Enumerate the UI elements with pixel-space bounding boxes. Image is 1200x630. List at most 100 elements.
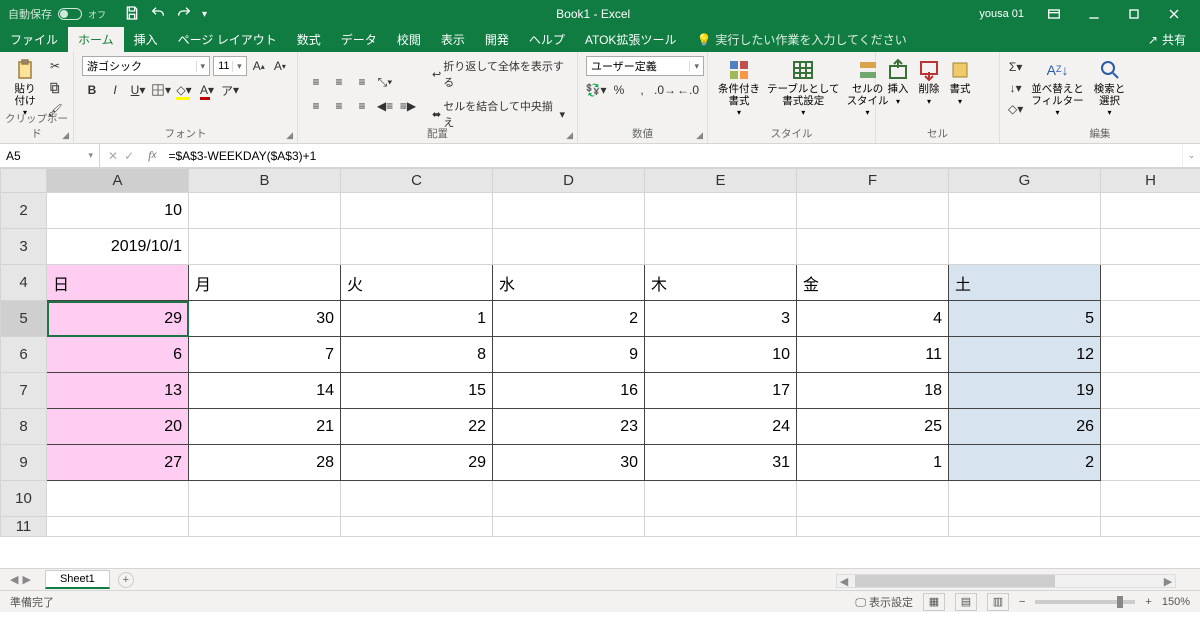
scroll-right-icon[interactable]: ▶: [1161, 575, 1175, 588]
close-icon[interactable]: [1154, 0, 1194, 28]
row-header-6[interactable]: 6: [1, 337, 47, 373]
column-header-G[interactable]: G: [949, 169, 1101, 193]
cell-B9[interactable]: 28: [189, 445, 341, 481]
user-name[interactable]: yousa 01: [979, 8, 1024, 20]
cell-E11[interactable]: [645, 517, 797, 537]
cell-G11[interactable]: [949, 517, 1101, 537]
cut-button[interactable]: ✂: [45, 56, 65, 76]
cell-H8[interactable]: [1101, 409, 1200, 445]
tab-developer[interactable]: 開発: [475, 27, 519, 52]
share-button[interactable]: ↗ 共有: [1134, 27, 1200, 52]
cell-C3[interactable]: [341, 229, 493, 265]
expand-formula-bar[interactable]: ⌄: [1182, 144, 1200, 167]
row-header-8[interactable]: 8: [1, 409, 47, 445]
cell-H2[interactable]: [1101, 193, 1200, 229]
accounting-format-button[interactable]: 💱▾: [586, 80, 606, 100]
row-header-5[interactable]: 5: [1, 301, 47, 337]
minimize-icon[interactable]: [1074, 0, 1114, 28]
cell-G5[interactable]: 5: [949, 301, 1101, 337]
alignment-dialog-launcher[interactable]: ◢: [566, 130, 573, 141]
decrease-indent-button[interactable]: ◀≡: [375, 96, 395, 116]
formula-input[interactable]: =$A$3-WEEKDAY($A$3)+1: [162, 144, 1182, 167]
cell-E3[interactable]: [645, 229, 797, 265]
column-header-H[interactable]: H: [1101, 169, 1200, 193]
cell-E9[interactable]: 31: [645, 445, 797, 481]
cell-C4[interactable]: 火: [341, 265, 493, 301]
row-header-4[interactable]: 4: [1, 265, 47, 301]
cell-F3[interactable]: [797, 229, 949, 265]
zoom-in-button[interactable]: +: [1145, 596, 1151, 608]
page-layout-view-button[interactable]: ▤: [955, 593, 977, 611]
comma-format-button[interactable]: ,: [632, 80, 652, 100]
border-button[interactable]: ▾: [151, 80, 171, 100]
cell-A10[interactable]: [47, 481, 189, 517]
cell-G8[interactable]: 26: [949, 409, 1101, 445]
cell-H7[interactable]: [1101, 373, 1200, 409]
cell-D4[interactable]: 水: [493, 265, 645, 301]
cell-G10[interactable]: [949, 481, 1101, 517]
bold-button[interactable]: B: [82, 80, 102, 100]
cell-A2[interactable]: 10: [47, 193, 189, 229]
cell-G6[interactable]: 12: [949, 337, 1101, 373]
align-top-button[interactable]: ≡: [306, 72, 326, 92]
normal-view-button[interactable]: ▦: [923, 593, 945, 611]
decrease-font-button[interactable]: A▾: [271, 56, 289, 76]
row-header-9[interactable]: 9: [1, 445, 47, 481]
column-header-F[interactable]: F: [797, 169, 949, 193]
cell-D7[interactable]: 16: [493, 373, 645, 409]
clipboard-dialog-launcher[interactable]: ◢: [62, 130, 69, 141]
cell-G3[interactable]: [949, 229, 1101, 265]
cell-G9[interactable]: 2: [949, 445, 1101, 481]
tab-data[interactable]: データ: [331, 27, 387, 52]
cell-H3[interactable]: [1101, 229, 1200, 265]
conditional-formatting-button[interactable]: 条件付き 書式▾: [716, 56, 762, 120]
tab-atok[interactable]: ATOK拡張ツール: [575, 27, 687, 52]
fx-icon[interactable]: fx: [142, 144, 162, 167]
cell-D9[interactable]: 30: [493, 445, 645, 481]
cell-F7[interactable]: 18: [797, 373, 949, 409]
scroll-thumb[interactable]: [855, 575, 1055, 587]
font-dialog-launcher[interactable]: ◢: [286, 130, 293, 141]
phonetic-button[interactable]: ア▾: [220, 80, 240, 100]
italic-button[interactable]: I: [105, 80, 125, 100]
cell-B6[interactable]: 7: [189, 337, 341, 373]
cell-H5[interactable]: [1101, 301, 1200, 337]
zoom-out-button[interactable]: −: [1019, 596, 1025, 608]
fill-color-button[interactable]: ◇▾: [174, 80, 194, 100]
underline-button[interactable]: U▾: [128, 80, 148, 100]
insert-cells-button[interactable]: 挿入▾: [884, 56, 912, 108]
percent-format-button[interactable]: %: [609, 80, 629, 100]
cell-D11[interactable]: [493, 517, 645, 537]
undo-icon[interactable]: [150, 5, 166, 24]
cell-H9[interactable]: [1101, 445, 1200, 481]
cell-C9[interactable]: 29: [341, 445, 493, 481]
tab-formulas[interactable]: 数式: [287, 27, 331, 52]
cell-B11[interactable]: [189, 517, 341, 537]
delete-cells-button[interactable]: 削除▾: [915, 56, 943, 108]
cell-G2[interactable]: [949, 193, 1101, 229]
cell-E8[interactable]: 24: [645, 409, 797, 445]
row-header-2[interactable]: 2: [1, 193, 47, 229]
tab-review[interactable]: 校閲: [387, 27, 431, 52]
cell-D10[interactable]: [493, 481, 645, 517]
cell-A9[interactable]: 27: [47, 445, 189, 481]
align-center-button[interactable]: ≡: [329, 96, 349, 116]
cell-H4[interactable]: [1101, 265, 1200, 301]
cell-E6[interactable]: 10: [645, 337, 797, 373]
maximize-icon[interactable]: [1114, 0, 1154, 28]
increase-font-button[interactable]: A▴: [250, 56, 268, 76]
column-header-E[interactable]: E: [645, 169, 797, 193]
cell-B2[interactable]: [189, 193, 341, 229]
cell-C5[interactable]: 1: [341, 301, 493, 337]
tab-help[interactable]: ヘルプ: [519, 27, 575, 52]
font-size-combobox[interactable]: 11▾: [213, 56, 247, 76]
zoom-level[interactable]: 150%: [1162, 596, 1190, 608]
cell-A8[interactable]: 20: [47, 409, 189, 445]
cell-G7[interactable]: 19: [949, 373, 1101, 409]
tell-me-search[interactable]: 💡 実行したい作業を入力してください: [686, 27, 916, 52]
cell-F8[interactable]: 25: [797, 409, 949, 445]
autosave-toggle[interactable]: 自動保存 オフ: [8, 6, 106, 22]
cell-B3[interactable]: [189, 229, 341, 265]
sheet-next-icon[interactable]: ▶: [22, 573, 30, 586]
cell-E4[interactable]: 木: [645, 265, 797, 301]
